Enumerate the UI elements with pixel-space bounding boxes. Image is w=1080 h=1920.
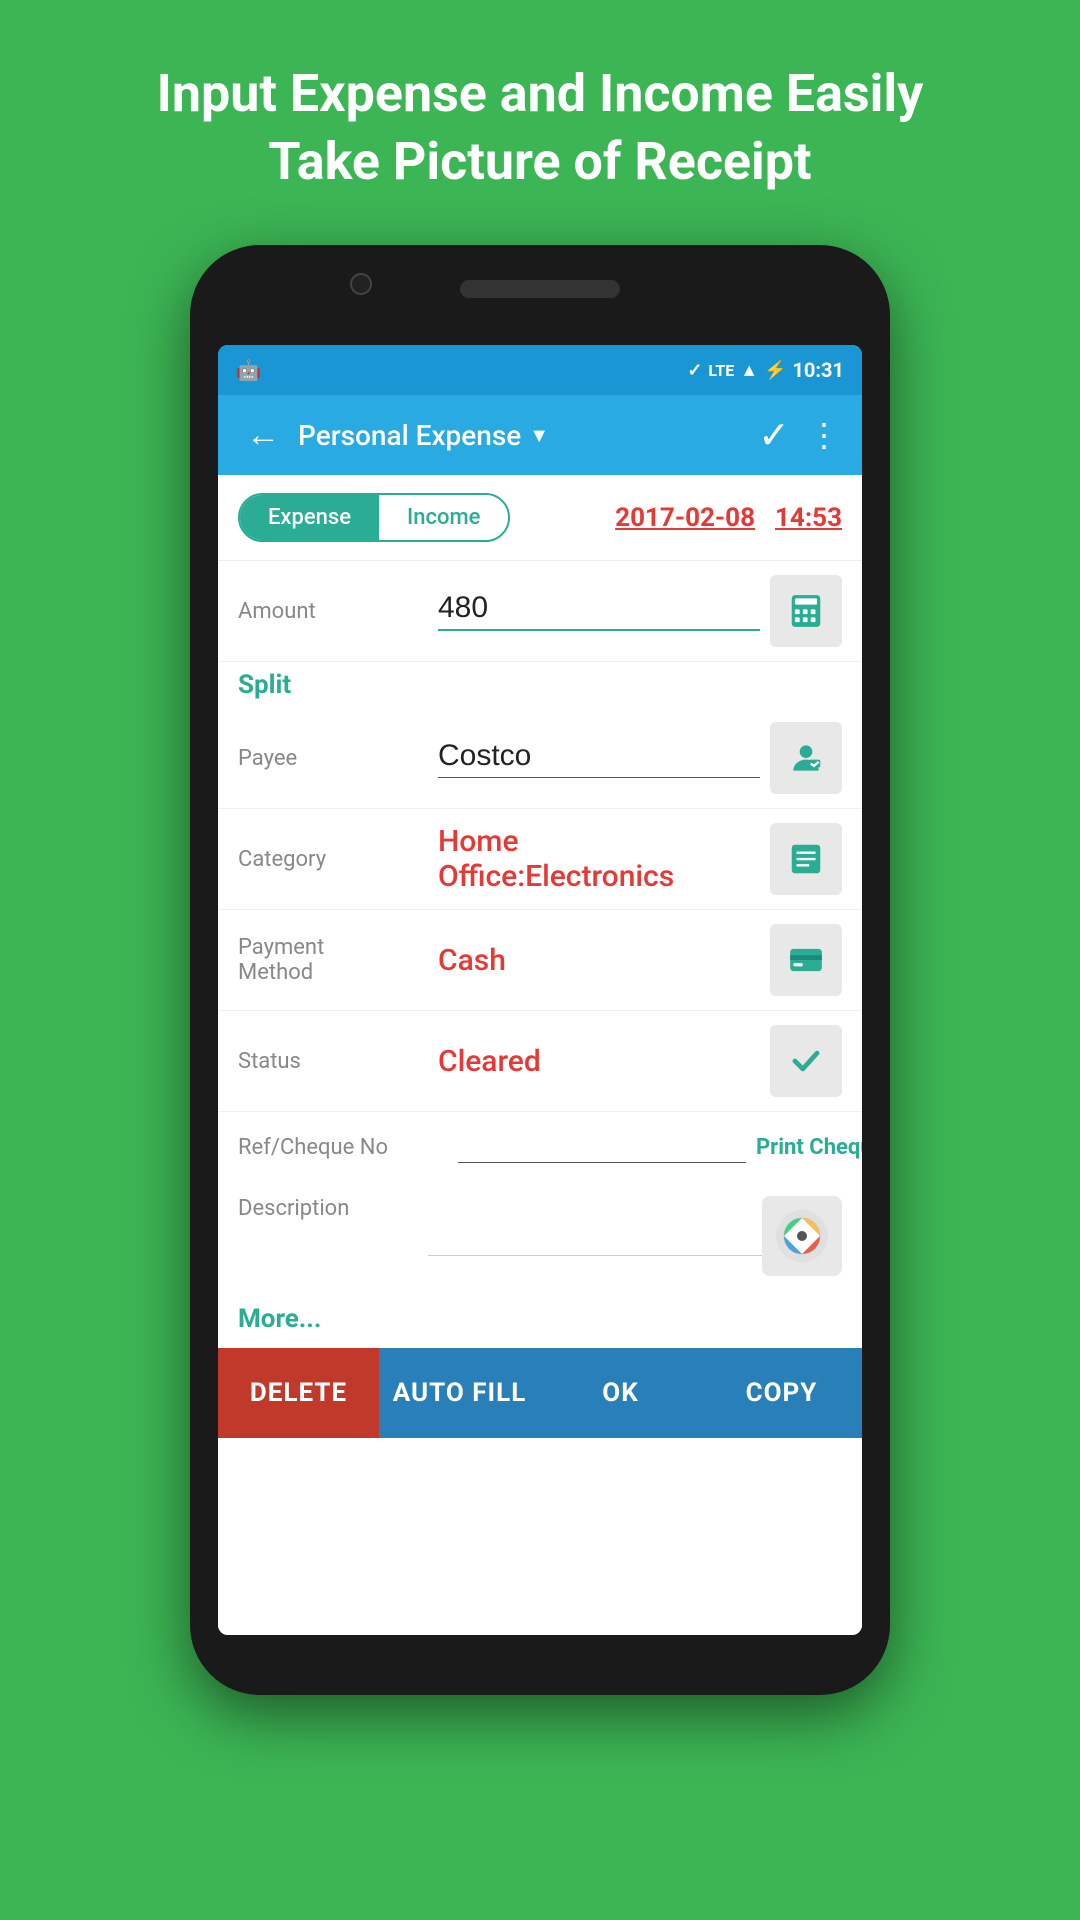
copy-button[interactable]: COPY bbox=[701, 1348, 862, 1438]
app-toolbar: ← Personal Expense ▼ ✓ ⋮ bbox=[218, 395, 862, 475]
confirm-button[interactable]: ✓ bbox=[758, 413, 790, 458]
promo-text: Input Expense and Income Easily Take Pic… bbox=[77, 0, 1004, 245]
android-icon: 🤖 bbox=[236, 358, 261, 382]
phone-mockup: 🤖 ✓ LTE ▲ ⚡ 10:31 ← Personal Expense ▼ ✓… bbox=[190, 245, 890, 1695]
description-label: Description bbox=[238, 1196, 428, 1221]
action-bar: DELETE AUTO FILL OK COPY bbox=[218, 1348, 862, 1438]
print-cheque-link[interactable]: Print Cheque bbox=[756, 1135, 862, 1160]
ok-button[interactable]: OK bbox=[540, 1348, 701, 1438]
status-value-area: Cleared bbox=[428, 1044, 770, 1079]
description-row: Description bbox=[218, 1182, 862, 1290]
category-picker-button[interactable] bbox=[770, 823, 842, 895]
calculator-icon bbox=[787, 592, 825, 630]
status-bar: 🤖 ✓ LTE ▲ ⚡ 10:31 bbox=[218, 345, 862, 395]
category-label: Category bbox=[238, 847, 428, 872]
ref-label: Ref/Cheque No bbox=[238, 1135, 458, 1160]
calculator-button[interactable] bbox=[770, 575, 842, 647]
camera-button[interactable] bbox=[762, 1196, 842, 1276]
toolbar-title-area: Personal Expense ▼ bbox=[298, 419, 748, 452]
status-label: Status bbox=[238, 1049, 428, 1074]
status-picker-button[interactable] bbox=[770, 1025, 842, 1097]
phone-screen: 🤖 ✓ LTE ▲ ⚡ 10:31 ← Personal Expense ▼ ✓… bbox=[218, 345, 862, 1635]
status-time: 10:31 bbox=[792, 358, 844, 382]
payee-input-area bbox=[428, 739, 770, 778]
payee-label: Payee bbox=[238, 746, 428, 771]
status-bar-right: ✓ LTE ▲ ⚡ 10:31 bbox=[687, 358, 844, 382]
payment-method-value-area: Cash bbox=[428, 943, 770, 978]
more-row: More... bbox=[218, 1290, 862, 1348]
amount-row: Amount bbox=[218, 561, 862, 662]
category-value-area: Home Office:Electronics bbox=[428, 824, 770, 894]
category-row: Category Home Office:Electronics bbox=[218, 809, 862, 910]
back-button[interactable]: ← bbox=[238, 407, 288, 463]
toolbar-actions: ✓ ⋮ bbox=[758, 413, 842, 458]
payment-method-label: Payment Method bbox=[238, 935, 428, 985]
payee-row: Payee bbox=[218, 708, 862, 809]
signal-icon: ▲ bbox=[740, 360, 758, 381]
status-row: Status Cleared bbox=[218, 1011, 862, 1112]
payment-method-row: Payment Method Cash bbox=[218, 910, 862, 1011]
payment-method-value: Cash bbox=[438, 943, 506, 978]
dropdown-arrow-icon[interactable]: ▼ bbox=[529, 423, 549, 448]
payee-input[interactable] bbox=[438, 739, 760, 778]
phone-speaker bbox=[460, 280, 620, 298]
form-content: Expense Income 2017-02-08 14:53 Amount bbox=[218, 475, 862, 1635]
payee-search-button[interactable] bbox=[770, 722, 842, 794]
ref-row: Ref/Cheque No Print Cheque bbox=[218, 1112, 862, 1182]
status-value: Cleared bbox=[438, 1044, 541, 1079]
payee-icon bbox=[787, 739, 825, 777]
amount-input[interactable] bbox=[438, 591, 760, 631]
payment-method-picker-button[interactable] bbox=[770, 924, 842, 996]
camera-iris-icon bbox=[774, 1208, 830, 1264]
more-options-button[interactable]: ⋮ bbox=[808, 416, 842, 454]
tabs-date-row: Expense Income 2017-02-08 14:53 bbox=[218, 475, 862, 561]
status-bar-left: 🤖 bbox=[236, 358, 261, 382]
time-picker[interactable]: 14:53 bbox=[775, 503, 842, 533]
toolbar-title: Personal Expense bbox=[298, 419, 521, 452]
description-input[interactable] bbox=[428, 1196, 762, 1256]
amount-label: Amount bbox=[238, 599, 428, 624]
date-picker[interactable]: 2017-02-08 bbox=[615, 503, 755, 533]
more-link[interactable]: More... bbox=[238, 1304, 321, 1334]
date-time-area: 2017-02-08 14:53 bbox=[615, 503, 842, 533]
delete-button[interactable]: DELETE bbox=[218, 1348, 379, 1438]
income-tab[interactable]: Income bbox=[379, 495, 508, 540]
ref-input[interactable] bbox=[458, 1132, 746, 1163]
category-icon bbox=[787, 840, 825, 878]
expense-income-tabs: Expense Income bbox=[238, 493, 510, 542]
split-row: Split bbox=[218, 662, 862, 708]
autofill-button[interactable]: AUTO FILL bbox=[379, 1348, 540, 1438]
payment-icon bbox=[787, 941, 825, 979]
bluetooth-icon: ✓ bbox=[687, 360, 702, 381]
category-value: Home Office:Electronics bbox=[438, 824, 674, 894]
amount-input-area bbox=[428, 591, 770, 631]
expense-tab[interactable]: Expense bbox=[240, 495, 379, 540]
status-check-icon bbox=[787, 1042, 825, 1080]
lte-indicator: LTE bbox=[708, 361, 734, 380]
split-link[interactable]: Split bbox=[238, 670, 291, 700]
battery-icon: ⚡ bbox=[764, 360, 786, 381]
